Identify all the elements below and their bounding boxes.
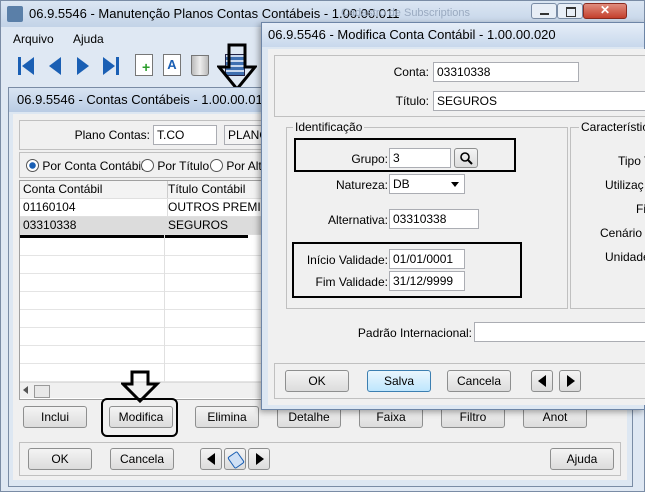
grupo-label: Grupo: [351,152,388,166]
prev-record-icon[interactable] [43,55,67,77]
ok-button[interactable]: OK [28,448,92,470]
minimize-button[interactable] [531,3,557,19]
padrao-input[interactable] [474,322,645,342]
header-frame: Conta: 03310338 Título: SEGUROS [274,55,645,117]
trash-icon[interactable] [191,55,209,76]
ghost-title: Cadastro de Subscriptions [341,7,471,19]
grupo-input[interactable]: 3 [389,148,451,168]
grupo-search-button[interactable] [454,148,478,168]
radio-label: Por Título [157,158,210,173]
close-icon: ✕ [599,3,611,17]
flashlight-icon [227,450,245,470]
identificacao-legend: Identificação [293,120,365,134]
new-document-icon[interactable]: + [135,54,153,76]
radio-unchecked-icon [141,159,154,173]
scroll-thumb[interactable] [34,385,50,398]
modify-window: 06.9.5546 - Modifica Conta Contábil - 1.… [261,22,645,410]
radio-unchecked-icon [210,159,223,173]
search-icon [460,152,473,165]
titulo-input[interactable]: SEGUROS [433,91,645,111]
cancela-button[interactable]: Cancela [447,370,511,392]
tipo-label: Tipo T [618,154,645,168]
inicio-validade-input[interactable]: 01/01/0001 [389,249,465,269]
radio-por-titulo[interactable]: Por Título [141,158,209,173]
app-icon [7,6,23,22]
radio-label: Por Alt [226,158,262,173]
modify-bottom-bar: OK Salva Cancela [274,363,645,399]
maximize-button[interactable] [557,3,583,19]
radio-por-conta[interactable]: Por Conta Contábil [26,158,144,173]
menu-ajuda[interactable]: Ajuda [73,32,104,46]
annotation-arrow-down-icon [121,370,161,404]
fim-label: Fi [636,202,645,216]
utilizacao-label: Utilizaç [605,178,644,192]
minimize-icon [540,13,549,15]
modify-window-title-bar: 06.9.5546 - Modifica Conta Contábil - 1.… [262,23,644,47]
caracteristica-legend: Característica [579,120,645,134]
menu-arquivo[interactable]: Arquivo [13,32,54,46]
conta-label: Conta: [393,65,429,79]
prev-button[interactable] [531,370,553,392]
inclui-button[interactable]: Inclui [23,406,87,428]
grid-column-divider [164,235,165,395]
annotation-arrow-down-icon [217,43,257,92]
alternativa-input[interactable]: 03310338 [389,209,479,229]
cancel-button[interactable]: Cancela [110,448,174,470]
edit-text-icon[interactable]: A [163,54,181,76]
next-button[interactable] [559,370,581,392]
ok-button[interactable]: OK [285,370,349,392]
radio-por-alternativa[interactable]: Por Alt [210,158,262,173]
first-record-icon[interactable] [15,55,39,77]
cell-conta: 01160104 [20,199,168,216]
titulo-label: Título: [395,94,429,108]
natureza-value: DB [393,177,410,191]
list-window-title: 06.9.5546 - Contas Contábeis - 1.00.00.0… [17,92,270,107]
arrow-left-icon [538,375,546,387]
help-button[interactable]: Ajuda [550,448,614,470]
arrow-right-icon [256,453,264,465]
next-button[interactable] [248,448,270,470]
salva-button[interactable]: Salva [367,370,431,392]
fim-validade-input[interactable]: 31/12/9999 [389,271,465,291]
conta-input[interactable]: 03310338 [433,62,579,82]
search-button[interactable] [224,448,246,470]
arrow-right-icon [567,375,575,387]
fim-validade-label: Fim Validade: [315,275,388,289]
inicio-validade-label: Início Validade: [306,253,388,267]
column-header-conta[interactable]: Conta Contábil [20,181,168,198]
natureza-label: Natureza: [335,178,388,192]
plano-input[interactable]: T.CO [153,125,217,145]
unidade-label: Unidade [605,250,645,264]
bottom-bar: OK Cancela Ajuda [19,442,621,476]
radio-label: Por Conta Contábil [42,158,144,173]
plano-label: Plano Contas: [74,128,150,142]
modify-window-title: 06.9.5546 - Modifica Conta Contábil - 1.… [268,27,556,42]
alternativa-label: Alternativa: [327,213,388,227]
scroll-left-icon[interactable] [23,386,28,394]
cell-conta: 03310338 [20,217,168,234]
natureza-select[interactable]: DB [389,174,465,194]
prev-button[interactable] [200,448,222,470]
elimina-button[interactable]: Elimina [195,406,259,428]
cenario-label: Cenário E [600,226,645,240]
radio-checked-icon [26,159,39,173]
close-button[interactable]: ✕ [583,3,627,19]
chevron-down-icon [451,182,459,187]
last-record-icon[interactable] [99,55,123,77]
modify-content: Conta: 03310338 Título: SEGUROS Identifi… [268,49,645,405]
next-record-icon[interactable] [71,55,95,77]
arrow-left-icon [207,453,215,465]
padrao-label: Padrão Internacional: [357,326,472,340]
maximize-icon [566,7,576,17]
